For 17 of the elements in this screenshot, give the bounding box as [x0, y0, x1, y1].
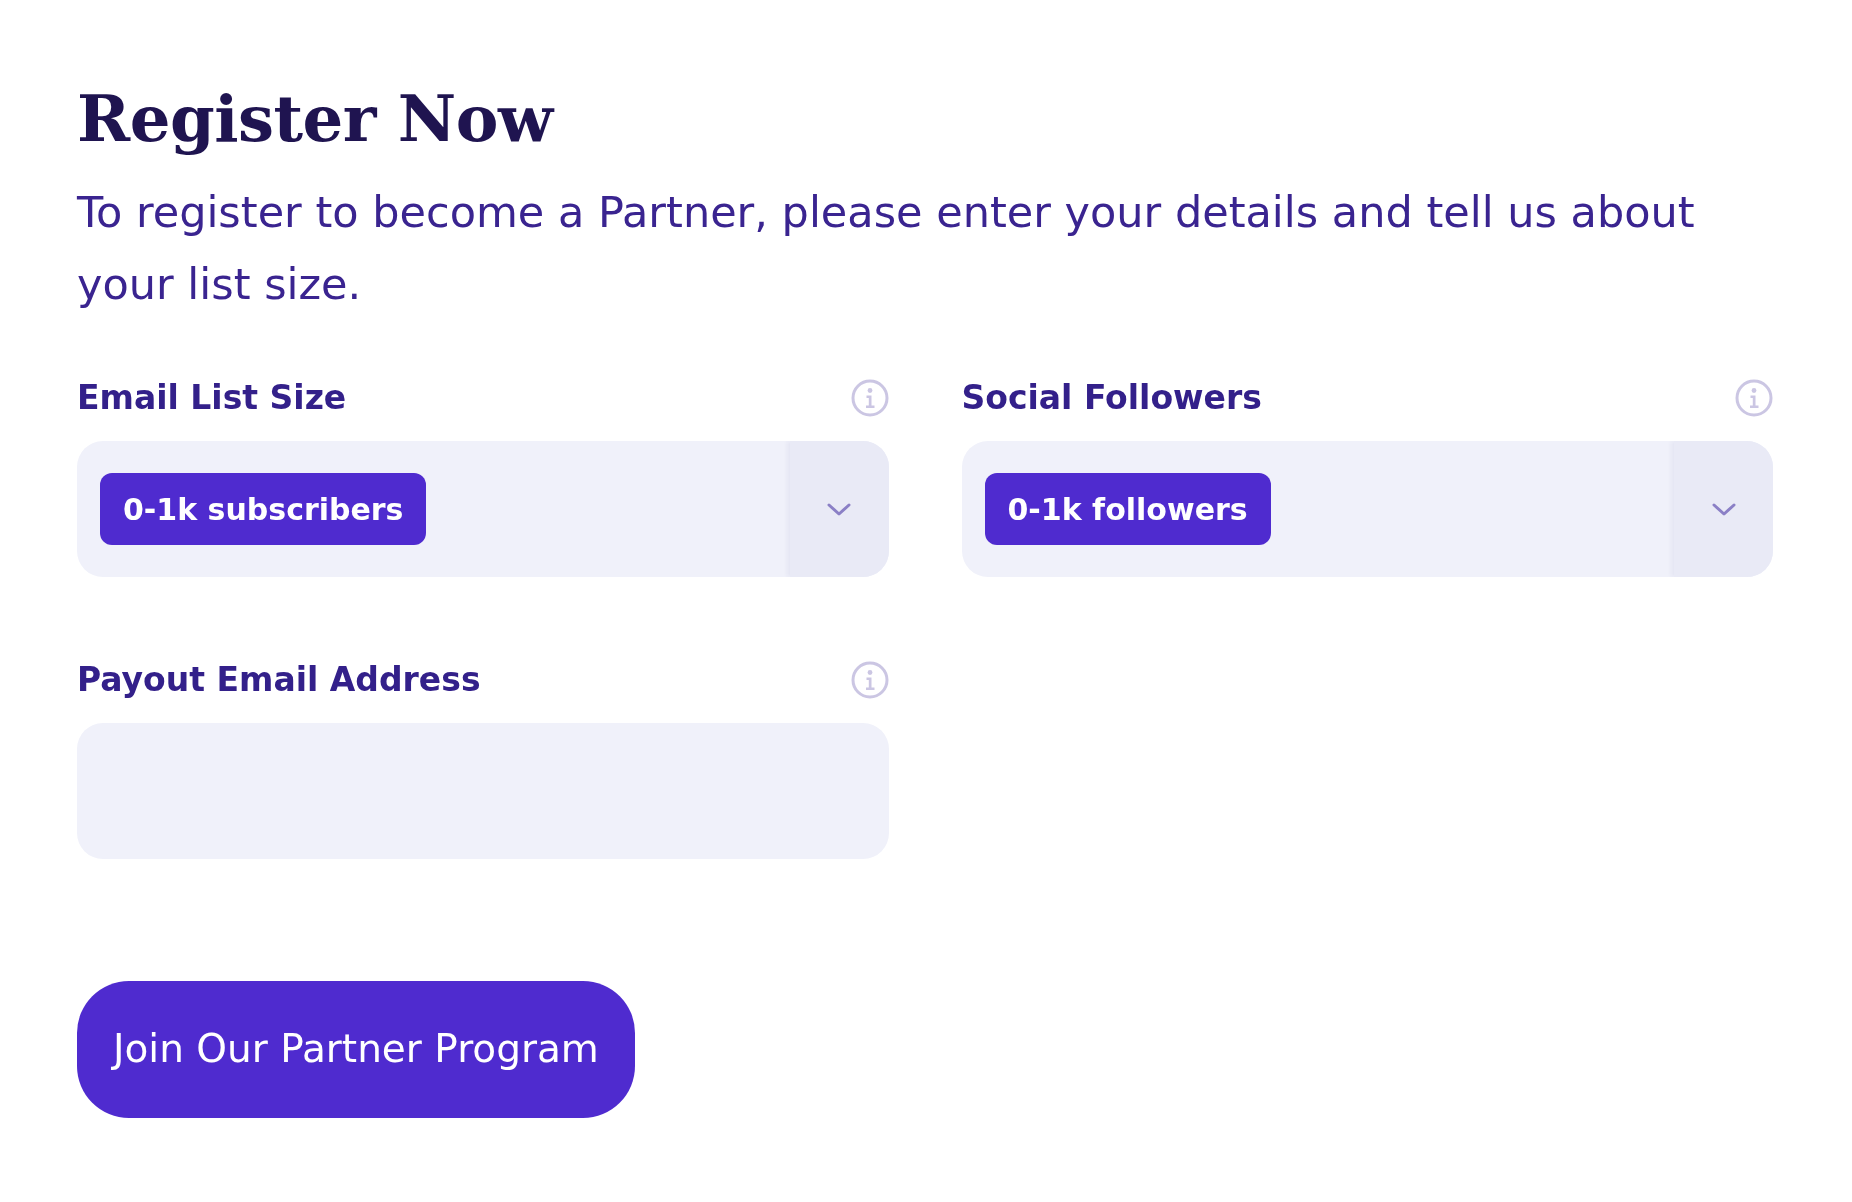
- selected-option-tag[interactable]: 0-1k followers: [984, 473, 1271, 545]
- dropdown-toggle-button[interactable]: [1674, 441, 1773, 577]
- field-label: Social Followers: [961, 377, 1262, 419]
- page-title: Register Now: [77, 80, 556, 158]
- dropdown-toggle-button[interactable]: [789, 441, 889, 577]
- info-icon[interactable]: [1735, 379, 1773, 417]
- chevron-down-icon: [1711, 502, 1736, 516]
- field-label: Email List Size: [77, 377, 347, 419]
- info-icon[interactable]: [850, 379, 889, 417]
- intro-paragraph: To register to become a Partner, please enter your details and tell us about your list size.: [77, 186, 1696, 311]
- selected-option-tag[interactable]: 0-1k subscribers: [100, 473, 427, 545]
- chevron-down-icon: [827, 502, 851, 516]
- dropdown-field[interactable]: 0-1k subscribers: [77, 441, 889, 577]
- dropdown-field[interactable]: 0-1k followers: [961, 441, 1773, 577]
- field-label: Payout Email Address: [77, 659, 481, 701]
- info-icon[interactable]: [850, 661, 889, 699]
- join-button[interactable]: Join Our Partner Program: [77, 981, 635, 1118]
